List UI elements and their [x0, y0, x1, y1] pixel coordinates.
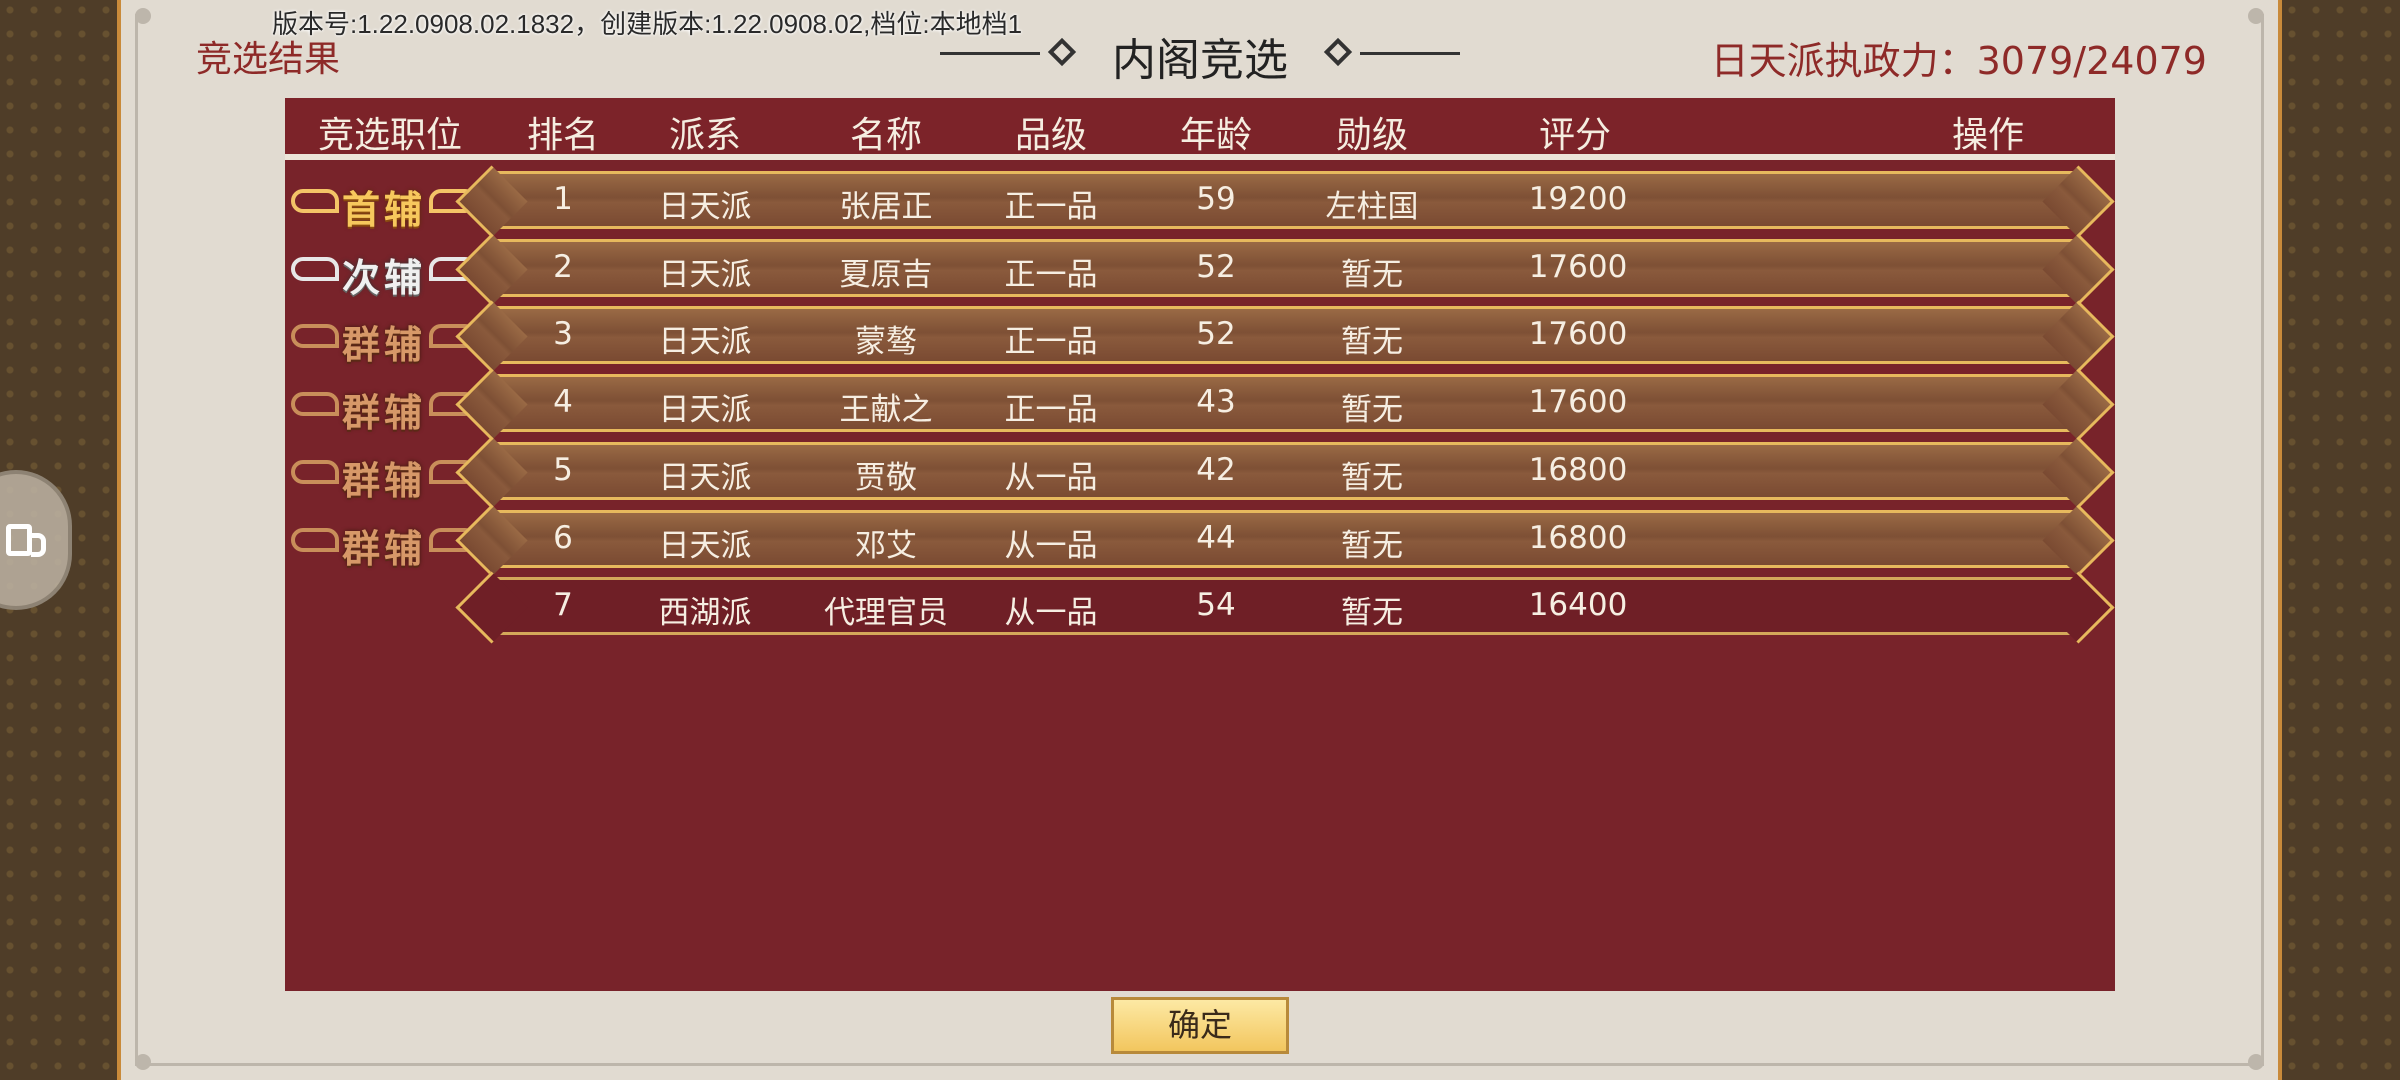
position-label: 次辅 [341, 255, 426, 300]
column-header-score: 评分 [1538, 115, 1612, 156]
table-row[interactable]: 群辅 6 日天派 邓艾 从一品 44 暂无 16800 [285, 510, 2115, 571]
title-bar: 内阁竞选 [940, 24, 1460, 86]
cell-faction: 日天派 [658, 392, 752, 428]
position-badge: 群辅 [289, 312, 479, 367]
cell-age: 44 [1196, 520, 1236, 556]
corner-ornament [2248, 8, 2264, 24]
right-background-strip [2282, 0, 2400, 1080]
cell-score: 17600 [1528, 384, 1628, 420]
cell-grade: 正一品 [1004, 257, 1098, 293]
cell-age: 52 [1196, 249, 1236, 285]
version-info: 版本号:1.22.0908.02.1832，创建版本:1.22.0908.02,… [272, 9, 1023, 39]
table-row[interactable]: 群辅 3 日天派 蒙骜 正一品 52 暂无 17600 [285, 306, 2115, 367]
title-line-right [1360, 52, 1460, 55]
cell-score: 16400 [1528, 587, 1628, 623]
column-header-rank: 排名 [526, 115, 600, 156]
cell-rank: 2 [553, 249, 573, 285]
cell-faction: 日天派 [658, 528, 752, 564]
table-row[interactable]: 群辅 5 日天派 贾敬 从一品 42 暂无 16800 [285, 442, 2115, 503]
cell-age: 59 [1196, 181, 1236, 217]
cell-rank: 4 [553, 384, 573, 420]
position-badge: 首辅 [289, 177, 479, 232]
table-row[interactable]: 次辅 2 日天派 夏原吉 正一品 52 暂无 17600 [285, 239, 2115, 300]
position-label: 群辅 [341, 322, 426, 367]
cell-grade: 从一品 [1004, 595, 1098, 631]
table-row[interactable]: 群辅 4 日天派 王献之 正一品 43 暂无 17600 [285, 374, 2115, 435]
cell-faction: 日天派 [658, 189, 752, 225]
table-row[interactable]: 7 西湖派 代理官员 从一品 54 暂无 16400 [285, 577, 2115, 637]
position-badge: 次辅 [289, 245, 479, 300]
faction-power: 日天派执政力：3079/24079 [1710, 39, 2207, 83]
cell-score: 19200 [1528, 181, 1628, 217]
cell-score: 17600 [1528, 316, 1628, 352]
column-header-age: 年龄 [1179, 115, 1253, 156]
result-label: 竞选结果 [196, 39, 341, 80]
cell-merit: 暂无 [1341, 595, 1403, 631]
confirm-button[interactable]: 确定 [1111, 997, 1289, 1054]
cell-merit: 左柱国 [1325, 189, 1419, 225]
table-row[interactable]: 首辅 1 日天派 张居正 正一品 59 左柱国 19200 [285, 171, 2115, 232]
cell-name: 代理官员 [824, 595, 948, 631]
cell-merit: 暂无 [1341, 460, 1403, 496]
position-label: 群辅 [341, 458, 426, 503]
position-label: 群辅 [341, 390, 426, 435]
column-header-faction: 派系 [668, 115, 742, 156]
cell-score: 16800 [1528, 520, 1628, 556]
position-badge: 群辅 [289, 380, 479, 435]
cell-rank: 5 [553, 452, 573, 488]
column-header-position: 竞选职位 [317, 115, 463, 156]
cell-age: 52 [1196, 316, 1236, 352]
position-badge: 群辅 [289, 516, 479, 571]
cell-age: 43 [1196, 384, 1236, 420]
cell-rank: 7 [553, 587, 573, 623]
cell-grade: 正一品 [1004, 324, 1098, 360]
position-label: 群辅 [341, 526, 426, 571]
cell-merit: 暂无 [1341, 257, 1403, 293]
cell-rank: 6 [553, 520, 573, 556]
cell-faction: 日天派 [658, 324, 752, 360]
column-header-merit: 勋级 [1335, 115, 1409, 156]
column-header-action: 操作 [1951, 115, 2025, 156]
cell-grade: 从一品 [1004, 528, 1098, 564]
cell-merit: 暂无 [1341, 324, 1403, 360]
cell-name: 夏原吉 [839, 257, 933, 293]
cell-name: 贾敬 [855, 460, 917, 496]
cell-name: 邓艾 [855, 528, 917, 564]
cell-faction: 日天派 [658, 460, 752, 496]
cell-age: 42 [1196, 452, 1236, 488]
cell-name: 蒙骜 [855, 324, 917, 360]
cell-score: 17600 [1528, 249, 1628, 285]
cell-grade: 正一品 [1004, 189, 1098, 225]
cell-score: 16800 [1528, 452, 1628, 488]
cell-grade: 从一品 [1004, 460, 1098, 496]
corner-ornament [135, 8, 151, 24]
cell-merit: 暂无 [1341, 528, 1403, 564]
corner-ornament [2248, 1054, 2264, 1070]
cell-merit: 暂无 [1341, 392, 1403, 428]
column-header-grade: 品级 [1014, 115, 1088, 156]
column-header-name: 名称 [849, 115, 923, 156]
page-title: 内阁竞选 [1112, 35, 1288, 86]
cell-rank: 1 [553, 181, 573, 217]
cell-name: 张居正 [839, 189, 933, 225]
cell-rank: 3 [553, 316, 573, 352]
cup-icon [6, 524, 46, 557]
cell-faction: 日天派 [658, 257, 752, 293]
position-badge: 群辅 [289, 448, 479, 503]
table-header: 竞选职位 排名 派系 名称 品级 年龄 勋级 评分 操作 [285, 98, 2115, 160]
cell-name: 王献之 [839, 392, 933, 428]
cell-grade: 正一品 [1004, 392, 1098, 428]
cell-age: 54 [1196, 587, 1236, 623]
election-table: 竞选职位 排名 派系 名称 品级 年龄 勋级 评分 操作 首辅 1 日天派 张居正 正一… [285, 98, 2115, 991]
corner-ornament [135, 1054, 151, 1070]
position-label: 首辅 [341, 187, 426, 232]
cell-faction: 西湖派 [658, 595, 752, 631]
